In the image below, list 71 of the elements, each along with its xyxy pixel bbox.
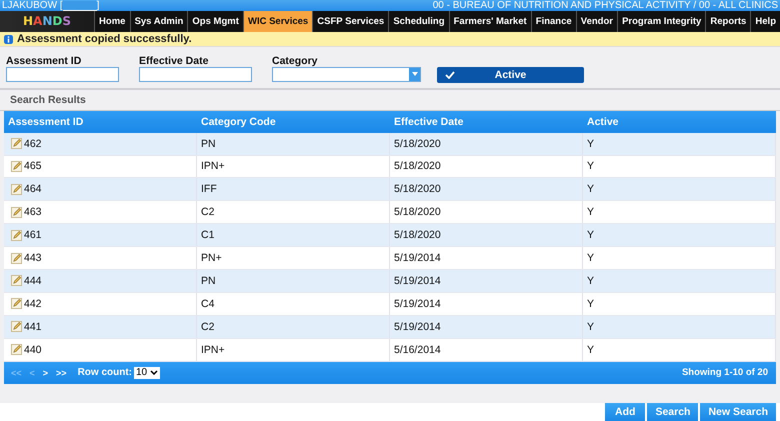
agency-title: 00 - BUREAU OF NUTRITION AND PHYSICAL ACTIVITY / 00 - ALL CLINICS [432,0,778,11]
table-cell: 5/18/2020 [394,206,441,218]
section-title: Search Results [10,94,86,106]
edit-icon[interactable] [11,252,22,264]
edit-icon[interactable] [11,160,22,172]
table-cell: C4 [201,298,214,310]
table-cell: C2 [201,206,214,218]
table-cell: C1 [201,229,214,242]
edit-icon[interactable] [11,230,22,241]
caret-icon[interactable] [412,72,418,76]
field-label: Category [272,54,319,67]
edit-icon[interactable] [11,298,22,310]
table-cell: Y [587,344,594,356]
edit-icon[interactable] [11,184,22,195]
table-cell: 463 [24,206,42,218]
table-cell: 465 [24,160,42,172]
table-cell: IPN+ [201,344,225,356]
redacted-link[interactable] [62,0,97,10]
table-cell: 464 [24,183,42,196]
table-cell: IPN+ [201,160,225,172]
row-count-select[interactable]: 10 [134,366,160,379]
table-cell: 5/19/2014 [394,252,441,264]
table-cell: 5/19/2014 [394,274,441,287]
edit-icon[interactable] [11,344,22,356]
table-cell: 440 [24,344,42,356]
hands-logo[interactable]: HANDS [0,11,94,32]
edit-icon[interactable] [11,275,22,286]
dropdown-field[interactable] [272,66,421,82]
table-cell: Y [587,138,594,150]
message-text: Assessment copied successfully. [17,33,192,46]
field-label: Assessment ID [6,54,82,67]
edit-icon[interactable] [11,206,22,218]
table-cell: Y [587,183,594,196]
table-cell: 5/16/2014 [394,344,441,356]
row-count-label: Row count: [78,367,132,378]
input-field[interactable] [139,66,252,82]
table-cell: Y [587,160,594,172]
chevron-icon[interactable] [150,370,158,376]
nav-tab[interactable]: WIC Services [242,11,312,32]
table-cell: PN [201,138,216,150]
table-cell: 442 [24,298,42,310]
table-cell: IFF [201,183,217,196]
check-icon [445,70,455,79]
table-cell: 5/18/2020 [394,138,441,150]
table-cell: 441 [24,320,42,333]
table-cell: 461 [24,229,42,242]
table-cell: Y [587,320,594,333]
edit-icon[interactable] [11,138,22,150]
table-cell: 5/18/2020 [394,229,441,242]
bracket-text: ] [96,0,100,11]
active-toggle-button[interactable]: Active [437,66,584,83]
table-cell: PN+ [201,252,222,264]
table-cell: 5/18/2020 [394,183,441,196]
table-cell: Y [587,206,594,218]
table-cell: 5/18/2020 [394,160,441,172]
user-name: LJAKUBOW [ [2,0,63,11]
table-cell: 5/19/2014 [394,298,441,310]
table-cell: PN [201,274,216,287]
pagination-summary: Showing 1-10 of 20 [682,367,769,378]
table-cell: Y [587,274,594,287]
table-cell: 444 [24,274,42,287]
table-cell: C2 [201,320,214,333]
table-cell: 5/19/2014 [394,320,441,333]
table-cell: 462 [24,138,42,150]
table-cell: 443 [24,252,42,264]
table-cell: Y [587,229,594,242]
field-label: Effective Date [139,54,210,67]
input-field[interactable] [6,66,119,82]
edit-icon[interactable] [11,321,22,332]
table-cell: Y [587,252,594,264]
table-cell: Y [587,298,594,310]
